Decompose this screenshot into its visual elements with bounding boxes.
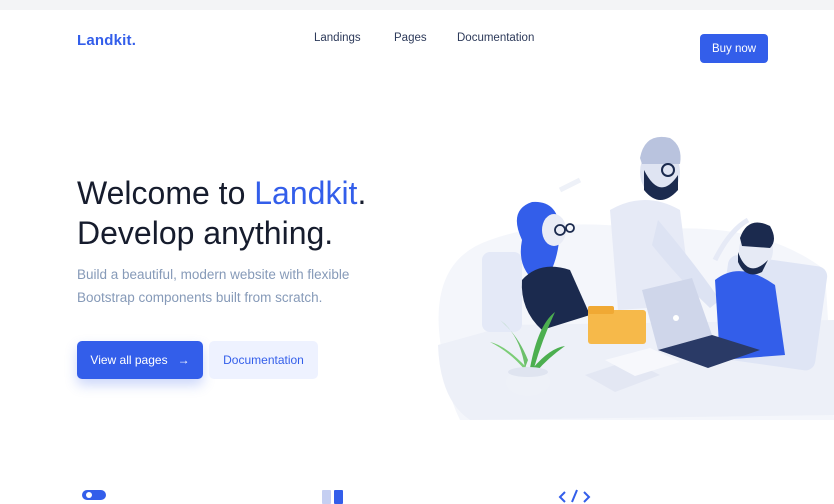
- nav-link-documentation[interactable]: Documentation: [457, 32, 534, 44]
- hero-lead-line2: Bootstrap components built from scratch.: [77, 290, 323, 305]
- navbar: Landkit. Landings Pages Documentation Bu…: [0, 10, 834, 68]
- toggle-icon: [82, 490, 106, 500]
- brand-logo[interactable]: Landkit.: [77, 32, 136, 49]
- buy-now-button[interactable]: Buy now: [700, 34, 768, 63]
- browser-top-strip: [0, 0, 834, 10]
- hero-title: Welcome to Landkit. Develop anything.: [77, 173, 366, 253]
- hero-title-accent: Landkit: [254, 175, 358, 211]
- nav-link-pages[interactable]: Pages: [394, 32, 427, 44]
- nav-link-landings[interactable]: Landings: [314, 32, 361, 44]
- code-icon: [558, 489, 591, 503]
- documentation-button[interactable]: Documentation: [209, 341, 318, 379]
- arrow-right-icon: →: [177, 353, 190, 367]
- layout-icon: [322, 490, 343, 504]
- view-all-pages-label: View all pages: [90, 353, 168, 367]
- hero-title-suffix: .: [357, 175, 367, 211]
- hero-title-line2: Develop anything.: [77, 215, 334, 251]
- hero-lead: Build a beautiful, modern website with f…: [77, 263, 397, 309]
- hero-illustration: [438, 136, 834, 420]
- view-all-pages-button[interactable]: View all pages →: [77, 341, 203, 379]
- hero-title-prefix: Welcome to: [77, 175, 255, 211]
- hero-lead-line1: Build a beautiful, modern website with f…: [77, 267, 350, 282]
